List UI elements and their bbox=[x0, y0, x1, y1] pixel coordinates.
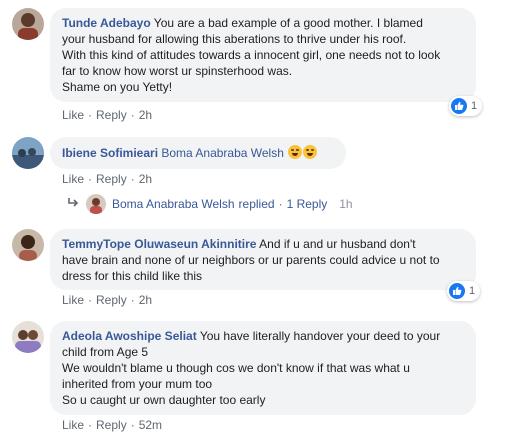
comment-text: have brain and none of ur neighbors or u… bbox=[62, 253, 440, 267]
separator: · bbox=[278, 197, 283, 211]
comment-text: With this kind of attitudes towards a in… bbox=[62, 48, 441, 62]
avatar bbox=[86, 194, 106, 214]
avatar[interactable] bbox=[12, 137, 44, 169]
reply-time: 1h bbox=[339, 197, 353, 211]
comment-actions: Like · Reply · 2h bbox=[62, 293, 153, 307]
comment-author[interactable]: Ibiene Sofimieari bbox=[62, 146, 158, 160]
comment-text: You have literally handover your deed to… bbox=[199, 329, 441, 343]
avatar[interactable] bbox=[12, 321, 44, 353]
comment-text: far to know how worst ur spinsterhood wa… bbox=[62, 64, 293, 78]
laughing-emoji-icon bbox=[303, 145, 318, 159]
reaction-summary[interactable]: 1 bbox=[449, 96, 483, 116]
avatar[interactable] bbox=[12, 229, 44, 261]
reaction-count: 1 bbox=[471, 100, 478, 112]
replied-label[interactable]: replied bbox=[239, 197, 275, 211]
comment-author[interactable]: Adeola Awoshipe Seliat bbox=[62, 329, 197, 343]
comment-text: inherited from your mum too bbox=[62, 377, 213, 391]
like-link[interactable]: Like bbox=[62, 418, 84, 432]
reaction-count: 1 bbox=[469, 285, 476, 297]
timestamp[interactable]: 2h bbox=[139, 293, 152, 307]
tagged-user[interactable]: Boma Anabraba Welsh bbox=[161, 146, 284, 160]
comment-actions: Like · Reply · 52m bbox=[62, 418, 163, 432]
like-link[interactable]: Like bbox=[62, 293, 84, 307]
timestamp[interactable]: 52m bbox=[139, 418, 162, 432]
like-icon bbox=[449, 283, 465, 299]
avatar[interactable] bbox=[12, 8, 44, 40]
replies-toggle[interactable]: Boma Anabraba Welsh replied · 1 Reply 1h bbox=[66, 194, 353, 214]
reply-link[interactable]: Reply bbox=[96, 293, 127, 307]
reply-author[interactable]: Boma Anabraba Welsh bbox=[112, 197, 235, 211]
like-icon bbox=[451, 98, 467, 114]
reply-link[interactable]: Reply bbox=[96, 108, 127, 122]
timestamp[interactable]: 2h bbox=[139, 108, 152, 122]
like-link[interactable]: Like bbox=[62, 172, 84, 186]
reply-count[interactable]: 1 Reply bbox=[287, 197, 328, 211]
comment-actions: Like · Reply · 2h bbox=[62, 172, 153, 186]
comment-text: your husband for allowing this aberation… bbox=[62, 32, 407, 46]
laughing-emoji-icon bbox=[288, 145, 303, 159]
timestamp[interactable]: 2h bbox=[139, 172, 152, 186]
comment-text: You are a bad example of a good mother. … bbox=[153, 16, 423, 30]
reply-arrow-icon bbox=[66, 197, 80, 212]
comment-bubble: Ibiene Sofimieari Boma Anabraba Welsh bbox=[50, 137, 346, 169]
like-link[interactable]: Like bbox=[62, 108, 84, 122]
comment-text: child from Age 5 bbox=[62, 345, 149, 359]
comment-bubble: Tunde Adebayo You are a bad example of a… bbox=[50, 8, 476, 102]
comment-text: dress for this child like this bbox=[62, 269, 203, 283]
reply-link[interactable]: Reply bbox=[96, 418, 127, 432]
comment-author[interactable]: Tunde Adebayo bbox=[62, 16, 151, 30]
comment-author[interactable]: TemmyTope Oluwaseun Akinnitire bbox=[62, 237, 256, 251]
comment-actions: Like · Reply · 2h bbox=[62, 108, 153, 122]
comment-text: And if u and ur husband don't bbox=[259, 237, 416, 251]
comment-bubble: TemmyTope Oluwaseun Akinnitire And if u … bbox=[50, 229, 476, 290]
comment-text: So u caught ur own daughter too early bbox=[62, 393, 266, 407]
comment-text: Shame on you Yetty! bbox=[62, 80, 173, 94]
reply-link[interactable]: Reply bbox=[96, 172, 127, 186]
comment-text: We wouldn't blame u though cos we don't … bbox=[62, 361, 410, 375]
comment-bubble: Adeola Awoshipe Seliat You have literall… bbox=[50, 321, 476, 415]
reaction-summary[interactable]: 1 bbox=[447, 281, 481, 301]
